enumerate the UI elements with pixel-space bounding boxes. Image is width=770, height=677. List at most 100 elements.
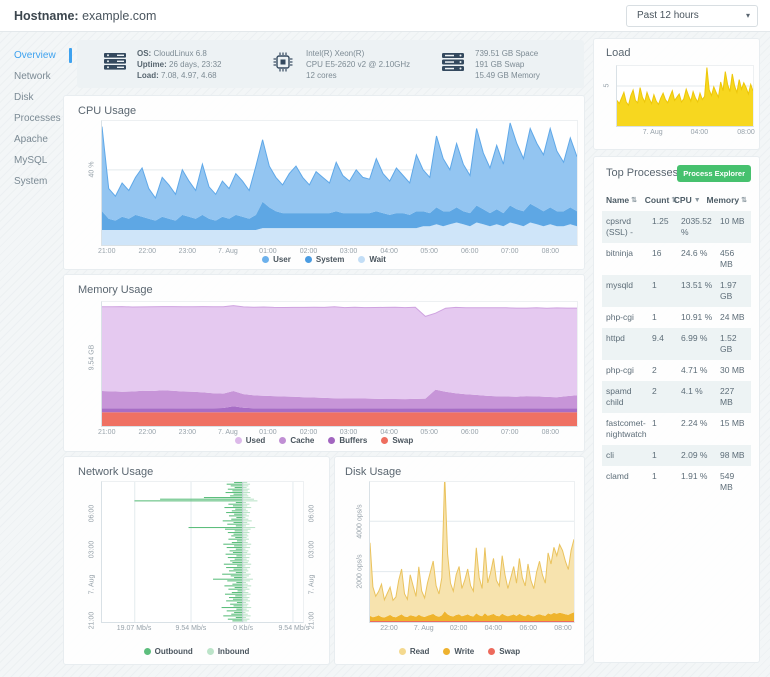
column-header-name[interactable]: Name ⇅ (606, 195, 645, 205)
x-tick-label: 22:00 (380, 625, 398, 632)
x-tick-label: 08:00 (554, 625, 572, 632)
sidebar-item-overview[interactable]: Overview (0, 45, 72, 66)
column-header-count[interactable]: Count ⇅ (645, 195, 677, 205)
legend-item-used[interactable]: Used (234, 436, 265, 445)
network-legend: Outbound Inbound (64, 647, 329, 656)
memory-usage-title: Memory Usage (78, 284, 153, 296)
x-tick-label: 02:00 (299, 248, 318, 255)
memory-usage-card: Memory Usage 9.54 GB 21:00 22:00 23:00 7. A… (63, 274, 585, 452)
table-row: cpsrvd (SSL) -1.25 2035.52 % 10 MB (602, 211, 751, 243)
x-tick-label: 06:00 (460, 429, 479, 436)
active-indicator (69, 48, 72, 63)
load-title: Load (606, 47, 631, 59)
sort-icon: ⇅ (631, 197, 638, 204)
x-tick-label: 9.54 Mb/s (175, 625, 207, 632)
y-tick-label: 21:00 (88, 611, 96, 630)
legend-item-write[interactable]: Write (443, 647, 474, 656)
x-tick-label: 21:00 (97, 429, 116, 436)
x-tick-label: 7. Aug (413, 625, 434, 632)
disk-usage-card: Disk Usage 2000 ops/s 4000 ops/s 22:00 7. … (334, 456, 585, 665)
table-row: php-cgi 1 10.91 % 24 MB (606, 312, 745, 322)
memory-usage-chart: 9.54 GB 21:00 22:00 23:00 7. Aug 01:00 02:00 0… (88, 301, 578, 439)
network-usage-svg (134, 482, 294, 622)
y-tick-label: 7. Aug (88, 574, 96, 595)
column-header-memory[interactable]: Memory ⇅ (707, 195, 747, 205)
legend-dot (262, 256, 270, 263)
x-tick-label: 23:00 (178, 248, 197, 255)
hostname: Hostname: example.com (14, 0, 156, 32)
cpu-chip-icon (272, 51, 296, 78)
hostname-value: example.com (82, 9, 157, 23)
legend-item-buffers[interactable]: Buffers (328, 436, 367, 445)
y-tick-label: 5 (603, 84, 611, 88)
legend-item-wait[interactable]: Wait (358, 255, 386, 264)
y-tick-label: 4000 ops/s (356, 504, 364, 539)
x-tick-label: 7. Aug (642, 129, 663, 136)
legend-dot (328, 437, 336, 444)
read-series (370, 475, 574, 618)
x-tick-label: 03:00 (339, 429, 358, 436)
x-tick-label: 06:00 (460, 248, 479, 255)
network-usage-chart: 21:00 7. Aug 03:00 06:00 21:00 7. Aug 03:00 06:… (88, 481, 315, 635)
disk-usage-chart: 2000 ops/s 4000 ops/s 22:00 7. Aug 02:00 04:… (357, 475, 575, 635)
legend-item-system[interactable]: System (304, 255, 344, 264)
table-row: php-cgi 2 4.71 % 30 MB (606, 365, 745, 375)
table-header: Name ⇅ Count ⇅ CPU ▼ Memory ⇅ (602, 191, 751, 211)
x-tick-label: 23:00 (178, 429, 197, 436)
x-tick-label: 07:00 (501, 429, 519, 436)
disk-legend: Read Write Swap (335, 647, 584, 656)
cpu-usage-card: CPU Usage 40 % 21:00 22:00 23:00 7. Aug 01:0… (63, 95, 585, 270)
legend-dot (206, 648, 214, 655)
x-tick-label: 9.54 Mb/s (278, 625, 310, 632)
top-processes-table: Name ⇅ Count ⇅ CPU ▼ Memory ⇅ cpsrvd (SSL) -… (602, 191, 751, 498)
x-tick-label: 01:00 (259, 248, 277, 255)
x-tick-label: 7. Aug (217, 248, 238, 255)
sidebar-item-disk[interactable]: Disk (0, 87, 72, 108)
cpu-usage-chart: 40 % 21:00 22:00 23:00 7. Aug 01:00 02:00 03:0… (88, 120, 578, 258)
sidebar-item-apache[interactable]: Apache (0, 129, 72, 150)
x-tick-label: 05:00 (420, 248, 438, 255)
legend-item-swap[interactable]: Swap (488, 647, 520, 656)
inbound-series (242, 482, 258, 622)
legend-dot (304, 256, 312, 263)
time-range-select[interactable]: Past 12 hours ▾ (626, 5, 758, 27)
x-tick-label: 02:00 (299, 429, 318, 436)
info-cpu: Intel(R) Xeon(R) CPU E5-2620 v2 @ 2.10GH… (246, 48, 415, 81)
x-tick-label: 05:00 (420, 429, 438, 436)
y-tick-label: 7. Aug (308, 574, 316, 595)
legend-item-read[interactable]: Read (398, 647, 429, 656)
column-header-cpu[interactable]: CPU ▼ (674, 195, 707, 205)
legend-item-swap[interactable]: Swap (381, 436, 413, 445)
legend-dot (234, 437, 242, 444)
table-body: cpsrvd (SSL) -1.25 2035.52 % 10 MB bitninj… (602, 211, 751, 498)
sidebar-item-system[interactable]: System (0, 171, 72, 192)
disk-usage-svg (369, 475, 575, 622)
legend-item-inbound[interactable]: Inbound (206, 647, 249, 656)
x-tick-label: 04:00 (380, 429, 398, 436)
legend-item-outbound[interactable]: Outbound (143, 647, 193, 656)
network-usage-card: Network Usage 21:00 7. Aug 03:00 06:00 21:00… (63, 456, 330, 665)
load-card: Load 5 7. Aug 04:00 08:00 (593, 38, 760, 150)
sort-desc-icon: ▼ (693, 196, 701, 204)
sidebar-item-processes[interactable]: Processes (0, 108, 72, 129)
server-icon (103, 52, 127, 77)
sidebar-item-network[interactable]: Network (0, 66, 72, 87)
y-tick-label: 03:00 (308, 540, 316, 559)
x-tick-label: 19.07 Mb/s (116, 625, 152, 632)
sort-icon: ⇅ (741, 197, 747, 204)
table-row: spamd child 2 4.1 % 227 MB (602, 381, 751, 413)
legend-dot (279, 437, 287, 444)
top-processes-card: Top Processes Process Explorer Name ⇅ Cou… (593, 156, 760, 663)
process-explorer-button[interactable]: Process Explorer (677, 165, 751, 182)
x-tick-label: 02:00 (449, 625, 468, 632)
x-tick-label: 07:00 (501, 248, 519, 255)
sidebar-item-mysql[interactable]: MySQL (0, 150, 72, 171)
legend-item-user[interactable]: User (262, 255, 291, 264)
sidebar: Overview Network Disk Processes Apache M… (0, 32, 72, 677)
network-usage-title: Network Usage (78, 466, 154, 478)
x-tick-label: 04:00 (690, 129, 709, 136)
legend-item-cache[interactable]: Cache (279, 436, 314, 445)
server-info-panel: OS: CloudLinux 6.8 Uptime: 26 days, 23:3… (77, 40, 584, 88)
table-row: clamd 1 1.91 % 549 MB (606, 471, 735, 492)
y-tick-label: 06:00 (88, 505, 96, 523)
